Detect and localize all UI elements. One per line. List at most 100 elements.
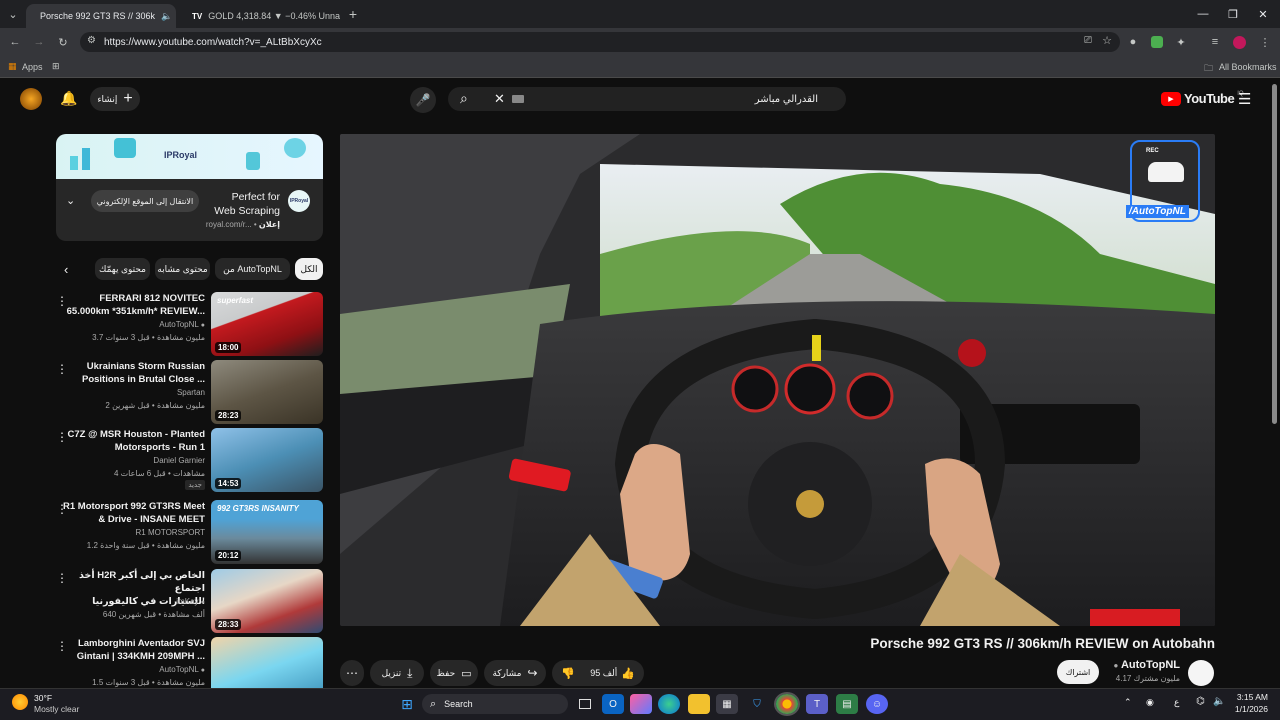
all-bookmarks[interactable]: All Bookmarks <box>1219 62 1277 72</box>
site-info-icon[interactable]: ⚙ <box>87 35 96 46</box>
create-button[interactable]: إنشاء + <box>90 87 140 111</box>
windows-start-icon[interactable]: ⊞ <box>396 694 418 714</box>
recommendation-item[interactable]: ⋮ FERRARI 812 NOVITEC 65.000km *351km/h*… <box>56 292 323 356</box>
chevron-down-icon[interactable]: ⌄ <box>66 194 75 207</box>
edge-icon[interactable] <box>658 694 680 714</box>
store-icon[interactable]: ▦ <box>716 694 738 714</box>
defender-icon[interactable]: ⛉ <box>746 694 768 714</box>
recommendation-title: FERRARI 812 NOVITEC 65.000km *351km/h* R… <box>60 292 205 318</box>
hamburger-menu-icon[interactable]: ☰ <box>1238 90 1251 108</box>
minimize-icon[interactable]: — <box>1186 2 1220 26</box>
more-actions-icon[interactable]: ⋯ <box>340 660 364 686</box>
youtube-logo[interactable]: ▶ YouTube IQ <box>1161 91 1244 106</box>
cast-icon[interactable]: ⎚ <box>1084 35 1092 46</box>
weather-temp[interactable]: 30°F <box>34 693 52 703</box>
recommendation-item[interactable]: ⋮ R1 Motorsport 992 GT3RS Meet & Drive -… <box>56 500 323 564</box>
recommendation-item[interactable]: ⋮ أخذ H2R الخاص بي إلى أكبر اجتماع للسيا… <box>56 569 323 633</box>
ad-graphic <box>70 156 78 170</box>
rec-label: REC <box>1146 148 1159 154</box>
speaker-icon[interactable]: 🔈 <box>161 11 172 22</box>
recommendation-item[interactable]: ⋮ C7Z @ MSR Houston - Planted Motorsport… <box>56 428 323 492</box>
recommendation-title: C7Z @ MSR Houston - Planted Motorsports … <box>60 428 205 454</box>
ad-card[interactable]: IPRoyal IPRoyal Perfect for Web Scraping… <box>56 134 323 241</box>
share-button[interactable]: مشاركة ↪ <box>484 660 546 686</box>
chip-related[interactable]: محتوى يهمّك <box>95 258 150 280</box>
extensions-puzzle-icon[interactable]: ✦ <box>1172 33 1190 51</box>
forward-icon[interactable]: → <box>30 33 48 51</box>
tray-app-icon[interactable]: ◉ <box>1146 697 1154 708</box>
url-text: https://www.youtube.com/watch?v=_ALtBbXc… <box>104 36 322 48</box>
account-avatar[interactable] <box>20 88 42 110</box>
tab-search-icon[interactable]: ⌄ <box>4 5 22 23</box>
recommendation-thumbnail[interactable]: superfast 18:00 <box>211 292 323 356</box>
meta-text: 3.7 مليون مشاهدة • قبل 3 سنوات <box>92 333 205 342</box>
channel-avatar[interactable] <box>1188 660 1214 686</box>
task-view-icon[interactable] <box>574 694 596 714</box>
weather-text[interactable]: Mostly clear <box>34 704 79 714</box>
apps-bookmark[interactable]: Apps <box>22 62 43 72</box>
tab-groups-icon[interactable]: ⊞ <box>52 61 60 72</box>
extension-green-icon[interactable] <box>1148 33 1166 51</box>
wifi-icon[interactable]: ⌬ <box>1196 696 1205 707</box>
extension-circle-icon[interactable]: ● <box>1124 33 1142 51</box>
page-scrollbar[interactable] <box>1272 84 1277 424</box>
chrome-icon[interactable] <box>774 692 800 716</box>
address-bar[interactable]: ⚙ https://www.youtube.com/watch?v=_ALtBb… <box>80 32 1120 52</box>
recommendation-thumbnail[interactable]: 28:23 <box>211 360 323 424</box>
copilot-icon[interactable] <box>630 694 652 714</box>
download-button[interactable]: تنزيل ⤓ <box>370 660 424 686</box>
ad-banner-image[interactable]: IPRoyal <box>56 134 323 179</box>
tray-overflow-icon[interactable]: ⌃ <box>1124 697 1132 708</box>
outlook-icon[interactable]: O <box>602 694 624 714</box>
duration-badge: 28:33 <box>215 619 242 630</box>
clock-time[interactable]: 3:15 AM <box>1228 692 1268 702</box>
bookmark-star-icon[interactable]: ☆ <box>1102 34 1112 47</box>
keyboard-icon[interactable] <box>512 95 524 103</box>
tab-porsche[interactable]: Porsche 992 GT3 RS // 306k 🔈 ✕ <box>26 4 176 28</box>
search-icon[interactable]: ⌕ <box>460 90 468 107</box>
restore-icon[interactable]: ❐ <box>1216 2 1250 26</box>
chevron-left-icon[interactable]: ‹ <box>64 262 68 277</box>
input-language[interactable]: ع <box>1174 697 1179 708</box>
weather-icon[interactable] <box>12 694 28 710</box>
title-line: FERRARI 812 NOVITEC <box>99 293 205 304</box>
clear-search-icon[interactable]: ✕ <box>494 91 505 107</box>
save-button[interactable]: حفظ ▭ <box>430 660 478 686</box>
discord-icon[interactable]: ☺ <box>866 694 888 714</box>
dislike-icon[interactable]: 👎 <box>561 667 575 680</box>
search-input[interactable]: القدرالي مباشر ✕ ⌕ <box>448 87 846 111</box>
advertiser-logo: IPRoyal <box>288 190 310 212</box>
save-label: حفظ <box>436 667 456 678</box>
back-icon[interactable]: ← <box>6 33 24 51</box>
recommendation-item[interactable]: ⋮ Ukrainians Storm Russian Positions in … <box>56 360 323 424</box>
ad-graphic <box>82 148 90 170</box>
subscribe-button[interactable]: اشتراك <box>1057 660 1099 684</box>
teams-icon[interactable]: T <box>806 694 828 714</box>
reading-list-icon[interactable]: ≡ <box>1206 33 1224 51</box>
chip-all[interactable]: الكل <box>295 258 323 280</box>
taskbar-search[interactable]: ⌕ Search <box>422 694 568 714</box>
voice-search-icon[interactable]: 🎤 <box>410 87 436 113</box>
reload-icon[interactable]: ↻ <box>54 33 72 51</box>
chip-from-channel[interactable]: من AutoTopNL <box>215 258 290 280</box>
clock-date[interactable]: 1/1/2026 <box>1228 704 1268 714</box>
like-icon[interactable]: 👍 <box>621 667 635 680</box>
profile-avatar-icon[interactable] <box>1230 33 1248 51</box>
recommendation-thumbnail[interactable]: 992 GT3RS INSANITY 20:12 <box>211 500 323 564</box>
recommendation-thumbnail[interactable]: 14:53 <box>211 428 323 492</box>
volume-icon[interactable]: 🔈 <box>1213 696 1225 707</box>
chip-similar[interactable]: محتوى مشابه <box>155 258 210 280</box>
file-explorer-icon[interactable] <box>688 694 710 714</box>
close-window-icon[interactable]: ✕ <box>1246 2 1280 26</box>
video-player[interactable]: REC /AutoTopNL <box>340 134 1215 626</box>
new-tab-icon[interactable]: + <box>344 5 362 23</box>
channel-name[interactable]: ● AutoTopNL <box>1105 659 1180 671</box>
notifications-bell-icon[interactable]: 🔔 <box>60 90 77 107</box>
channel-text: Daniel Garnier <box>153 456 205 465</box>
calculator-icon[interactable]: ▤ <box>836 694 858 714</box>
youtube-wordmark: YouTube <box>1184 91 1235 106</box>
recommendation-thumbnail[interactable]: 28:33 <box>211 569 323 633</box>
tab-gold[interactable]: TV GOLD 4,318.84 ▼ −0.46% Unna ✕ <box>184 4 342 28</box>
browser-menu-icon[interactable]: ⋮ <box>1256 33 1274 51</box>
visit-site-button[interactable]: الانتقال إلى الموقع الإلكتروني <box>91 190 199 212</box>
